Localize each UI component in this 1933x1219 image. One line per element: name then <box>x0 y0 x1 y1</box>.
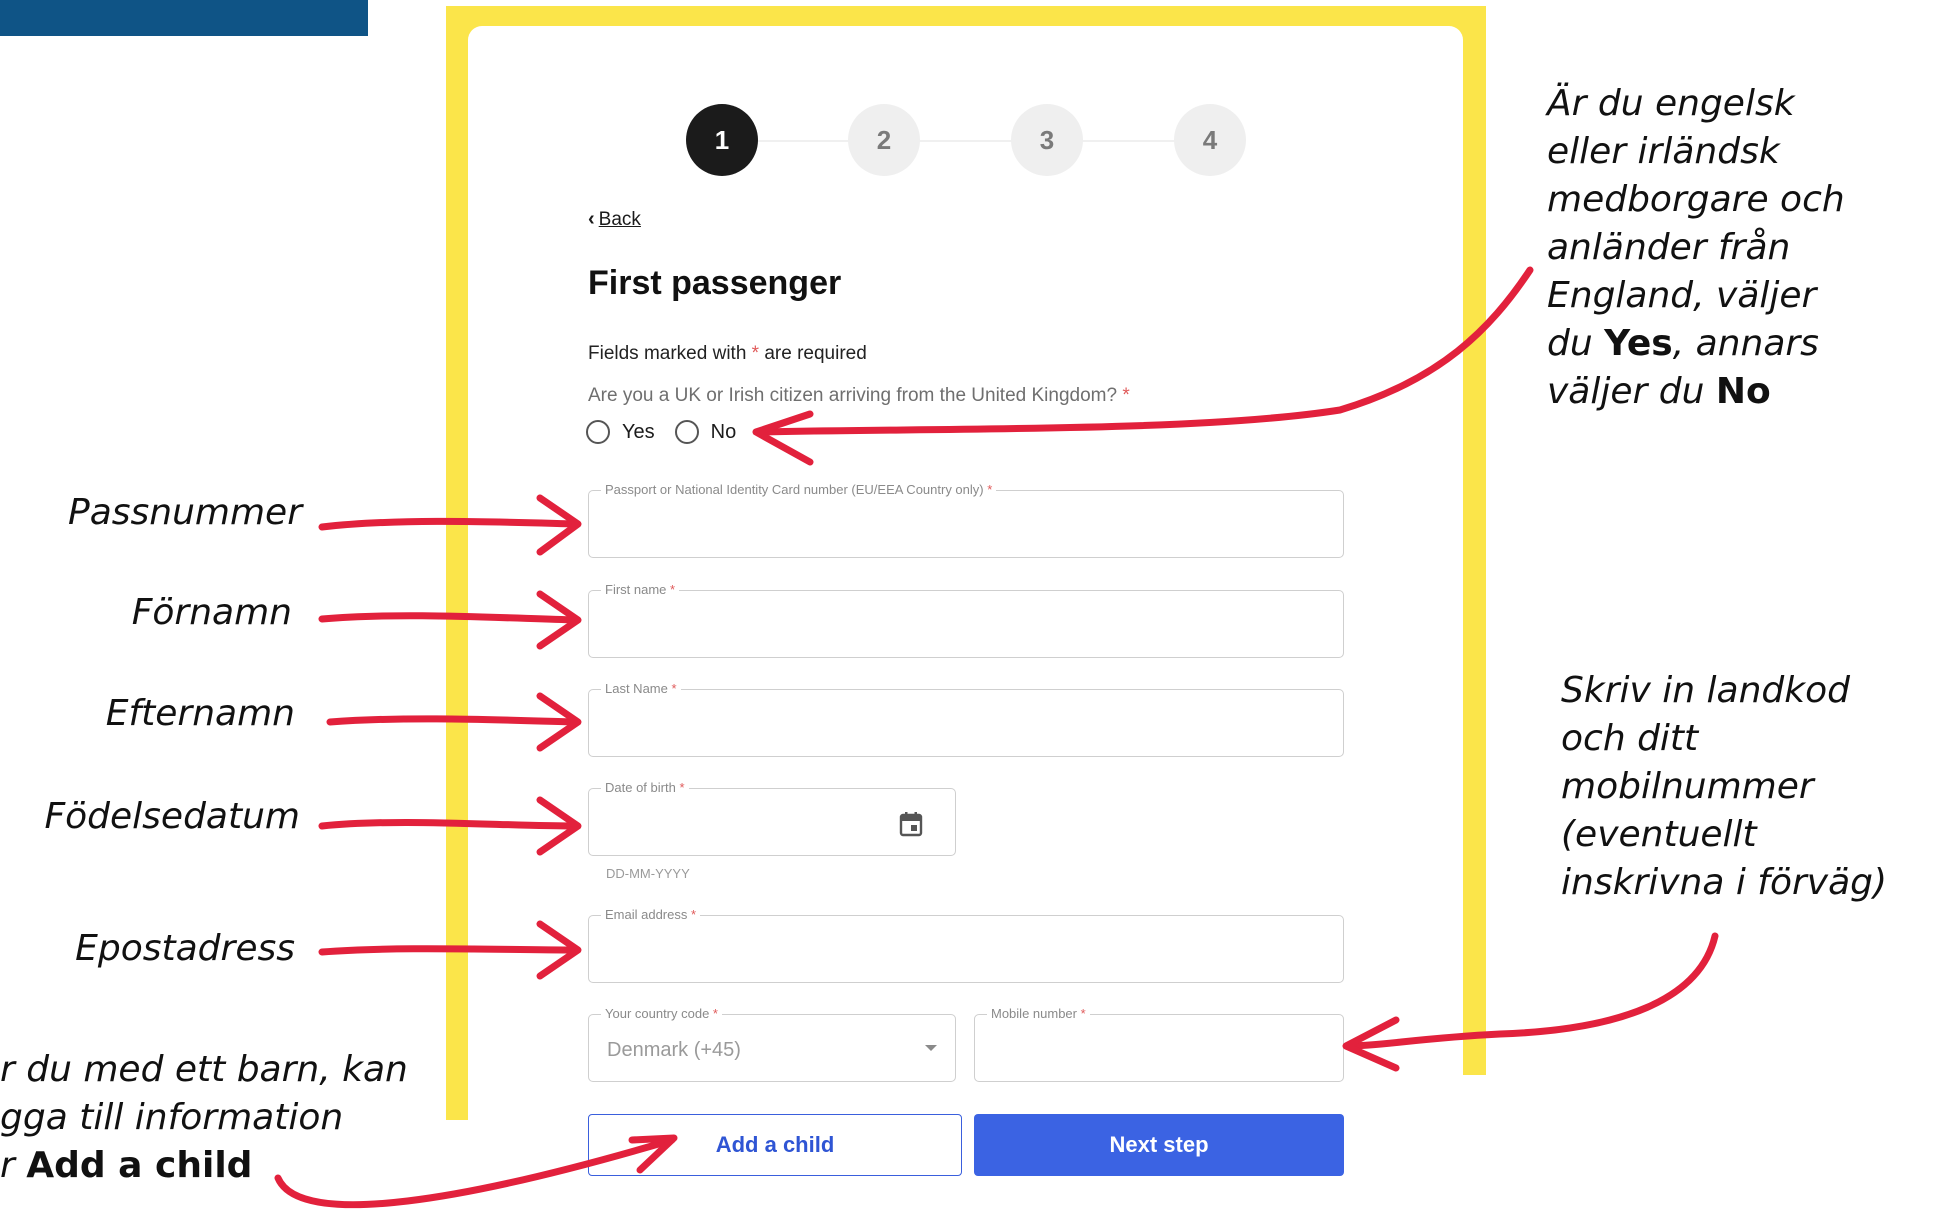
chevron-left-icon: ‹ <box>588 208 595 230</box>
mobile-label: Mobile number * <box>987 1006 1090 1021</box>
annotation-fornamn: Förnamn <box>131 592 292 633</box>
annotation-epostadress: Epostadress <box>75 928 295 969</box>
dropdown-caret-icon <box>925 1045 937 1051</box>
annotation-mobile: Skriv in landkod och ditt mobilnummer (e… <box>1561 670 1888 903</box>
country-code-select[interactable]: Your country code * Denmark (+45) <box>588 1006 956 1082</box>
annotation-efternamn: Efternamn <box>105 693 295 734</box>
last-name-label: Last Name * <box>601 681 681 696</box>
step-1: 1 <box>686 104 758 176</box>
stepper-line <box>722 140 1210 142</box>
dob-helper-text: DD-MM-YYYY <box>606 866 690 881</box>
first-name-label: First name * <box>601 582 680 597</box>
passport-field[interactable]: Passport or National Identity Card numbe… <box>588 482 1344 558</box>
country-code-label: Your country code * <box>601 1006 722 1021</box>
first-name-field[interactable]: First name * <box>588 582 1344 658</box>
annotation-add-child: r du med ett barn, kan gga till informat… <box>0 1049 408 1186</box>
no-radio[interactable] <box>674 420 699 444</box>
page-title: First passenger <box>588 264 842 302</box>
required-note: Fields marked with * are required <box>588 343 867 364</box>
annotation-passnummer: Passnummer <box>68 492 302 533</box>
last-name-field[interactable]: Last Name * <box>588 681 1344 757</box>
step-2[interactable]: 2 <box>848 104 920 176</box>
progress-stepper: 1 2 3 4 <box>686 104 1246 176</box>
email-label: Email address * <box>601 907 701 922</box>
yes-label[interactable]: Yes <box>622 421 655 444</box>
calendar-icon[interactable] <box>899 811 923 837</box>
citizen-radio-group: Yes No <box>586 420 756 444</box>
email-field[interactable]: Email address * <box>588 907 1344 983</box>
annotation-fodelsedatum: Födelsedatum <box>44 796 300 837</box>
header-bar <box>0 0 368 36</box>
yes-radio[interactable] <box>586 420 610 444</box>
passport-label: Passport or National Identity Card numbe… <box>601 482 997 497</box>
next-step-button[interactable]: Next step <box>974 1114 1344 1176</box>
mobile-number-field[interactable]: Mobile number * <box>974 1006 1344 1082</box>
country-code-value: Denmark (+45) <box>607 1039 741 1061</box>
date-of-birth-field[interactable]: Date of birth * <box>588 780 956 856</box>
back-link[interactable]: ‹ Back <box>588 208 641 231</box>
back-label: Back <box>598 208 641 230</box>
citizen-question: Are you a UK or Irish citizen arriving f… <box>588 385 1130 406</box>
dob-label: Date of birth * <box>601 780 689 795</box>
add-child-button[interactable]: Add a child <box>588 1114 962 1176</box>
no-label[interactable]: No <box>711 421 737 444</box>
step-4[interactable]: 4 <box>1174 104 1246 176</box>
annotation-citizen: Är du engelsk eller irländsk medborgare … <box>1547 83 1845 412</box>
step-3[interactable]: 3 <box>1011 104 1083 176</box>
